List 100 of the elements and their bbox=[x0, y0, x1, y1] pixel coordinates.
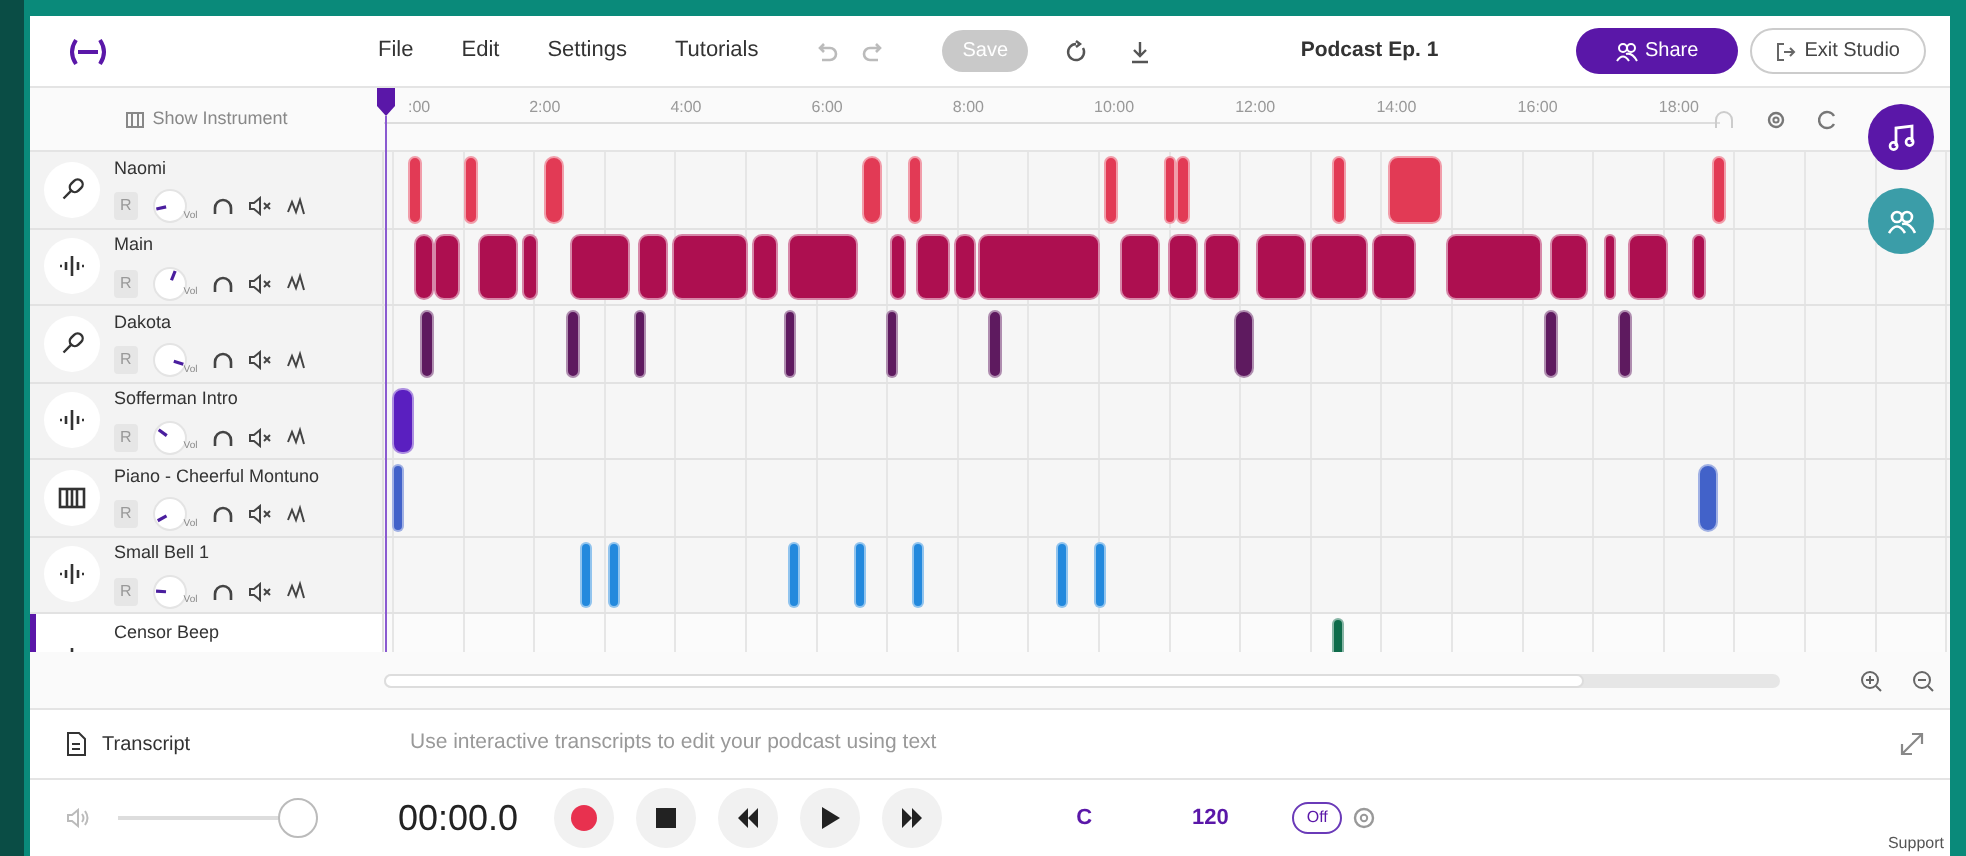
audio-clip[interactable] bbox=[543, 156, 564, 223]
menu-item[interactable]: File bbox=[354, 30, 438, 72]
zoom-out-icon[interactable] bbox=[1912, 669, 1934, 691]
audio-clip[interactable] bbox=[1372, 233, 1416, 300]
effects-icon[interactable] bbox=[285, 426, 308, 448]
menu-item[interactable]: Edit bbox=[437, 30, 524, 72]
audio-clip[interactable] bbox=[1163, 156, 1177, 223]
audio-clip[interactable] bbox=[433, 233, 461, 300]
exit-button[interactable]: Exit Studio bbox=[1750, 28, 1926, 74]
audio-clip[interactable] bbox=[414, 233, 434, 300]
share-button[interactable]: Share bbox=[1575, 28, 1739, 74]
mute-icon[interactable] bbox=[247, 196, 272, 216]
effects-icon[interactable] bbox=[285, 195, 308, 217]
headphones-icon[interactable] bbox=[211, 196, 234, 216]
audio-clip[interactable] bbox=[783, 310, 796, 377]
audio-clip[interactable] bbox=[788, 233, 858, 300]
audio-clip[interactable] bbox=[1603, 233, 1616, 300]
settings-icon[interactable] bbox=[1766, 110, 1786, 130]
audio-clip[interactable] bbox=[1692, 233, 1707, 300]
audio-clip[interactable] bbox=[608, 541, 621, 608]
audio-clip[interactable] bbox=[1234, 310, 1255, 377]
menu-item[interactable]: Settings bbox=[523, 30, 651, 72]
audio-clip[interactable] bbox=[788, 541, 801, 608]
playhead-marker[interactable] bbox=[376, 88, 396, 652]
audio-clip[interactable] bbox=[1168, 233, 1198, 300]
audio-clip[interactable] bbox=[886, 310, 899, 377]
audio-clip[interactable] bbox=[634, 310, 647, 377]
audio-clip[interactable] bbox=[1094, 541, 1107, 608]
audio-clip[interactable] bbox=[420, 310, 435, 377]
audio-clip[interactable] bbox=[752, 233, 778, 300]
key-value[interactable]: C bbox=[1076, 801, 1093, 835]
support-link[interactable]: Support bbox=[1887, 832, 1944, 856]
mute-icon[interactable] bbox=[247, 273, 272, 293]
mute-icon[interactable] bbox=[247, 581, 272, 601]
audio-clip[interactable] bbox=[1549, 233, 1589, 300]
audio-clip[interactable] bbox=[1388, 156, 1443, 223]
track-header[interactable]: Censor Beep bbox=[30, 614, 384, 652]
mute-icon[interactable] bbox=[247, 427, 272, 447]
metronome-toggle[interactable]: Off bbox=[1292, 802, 1342, 834]
mute-icon[interactable] bbox=[247, 504, 272, 524]
rewind-button[interactable] bbox=[718, 788, 779, 848]
audio-clip[interactable] bbox=[1712, 156, 1727, 223]
settings-icon[interactable] bbox=[1351, 806, 1376, 830]
expand-icon[interactable] bbox=[1898, 730, 1926, 758]
audio-clip[interactable] bbox=[1309, 233, 1369, 300]
audio-clip[interactable] bbox=[915, 233, 950, 300]
microphone-icon bbox=[58, 175, 86, 204]
loop-icon[interactable] bbox=[1818, 110, 1838, 130]
headphones-icon[interactable] bbox=[211, 273, 234, 293]
zoom-in-icon[interactable] bbox=[1860, 669, 1882, 691]
audio-clip[interactable] bbox=[1203, 233, 1241, 300]
audio-clip[interactable] bbox=[862, 156, 883, 223]
headphones-icon[interactable] bbox=[211, 504, 234, 524]
effects-icon[interactable] bbox=[285, 580, 308, 602]
audio-clip[interactable] bbox=[1332, 156, 1347, 223]
audio-clip[interactable] bbox=[1103, 156, 1118, 223]
audio-clip[interactable] bbox=[477, 233, 518, 300]
scrollbar-thumb[interactable] bbox=[384, 673, 1585, 687]
audio-clip[interactable] bbox=[569, 233, 630, 300]
forward-button[interactable] bbox=[882, 788, 943, 848]
audio-clip[interactable] bbox=[566, 310, 581, 377]
audio-clip[interactable] bbox=[672, 233, 749, 300]
headphones-icon[interactable] bbox=[211, 350, 234, 370]
effects-icon[interactable] bbox=[285, 349, 308, 371]
menu-item[interactable]: Tutorials bbox=[650, 30, 783, 72]
audio-clip[interactable] bbox=[637, 233, 669, 300]
audio-clip[interactable] bbox=[889, 233, 907, 300]
audio-clip[interactable] bbox=[954, 233, 976, 300]
audio-clip[interactable] bbox=[988, 310, 1003, 377]
slider-thumb[interactable] bbox=[278, 798, 318, 838]
headphones-icon[interactable] bbox=[211, 427, 234, 447]
audio-clip[interactable] bbox=[392, 464, 404, 531]
mute-icon[interactable] bbox=[247, 350, 272, 370]
audio-clip[interactable] bbox=[1446, 233, 1543, 300]
audio-clip[interactable] bbox=[1543, 310, 1558, 377]
play-button[interactable] bbox=[800, 788, 861, 848]
volume-slider[interactable] bbox=[118, 796, 318, 840]
stop-button[interactable] bbox=[636, 788, 697, 848]
headphones-icon[interactable] bbox=[211, 581, 234, 601]
audio-clip[interactable] bbox=[463, 156, 478, 223]
audio-clip[interactable] bbox=[408, 156, 423, 223]
audio-clip[interactable] bbox=[1055, 541, 1069, 608]
transcript-button[interactable]: Transcript bbox=[66, 729, 410, 759]
audio-clip[interactable] bbox=[1628, 233, 1669, 300]
audio-clip[interactable] bbox=[977, 233, 1101, 300]
effects-icon[interactable] bbox=[285, 272, 308, 294]
audio-clip[interactable] bbox=[580, 541, 593, 608]
audio-clip[interactable] bbox=[522, 233, 538, 300]
audio-clip[interactable] bbox=[1617, 310, 1632, 377]
audio-clip[interactable] bbox=[908, 156, 923, 223]
audio-clip[interactable] bbox=[854, 541, 867, 608]
audio-clip[interactable] bbox=[1176, 156, 1190, 223]
audio-clip[interactable] bbox=[392, 387, 414, 454]
audio-clip[interactable] bbox=[1120, 233, 1161, 300]
audio-clip[interactable] bbox=[1697, 464, 1718, 531]
record-button[interactable] bbox=[554, 788, 615, 848]
audio-clip[interactable] bbox=[1255, 233, 1307, 300]
tempo-value[interactable]: 120 bbox=[1192, 801, 1229, 835]
audio-clip[interactable] bbox=[912, 541, 924, 608]
effects-icon[interactable] bbox=[285, 503, 308, 525]
